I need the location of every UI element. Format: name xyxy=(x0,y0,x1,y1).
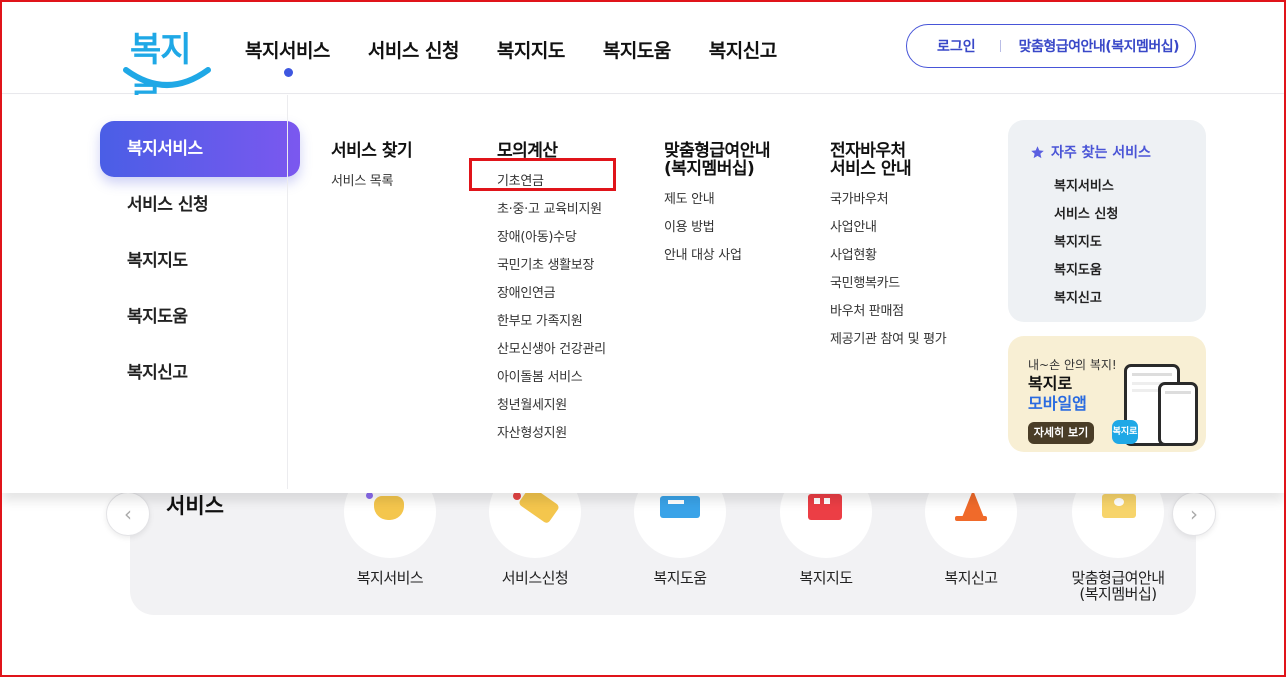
link-national-voucher[interactable]: 국가바우처 xyxy=(830,186,946,214)
link-program-status[interactable]: 사업현황 xyxy=(830,242,946,270)
column-e-voucher: 전자바우처 서비스 안내 국가바우처 사업안내 사업현황 국민행복카드 바우처 … xyxy=(830,95,947,354)
link-service-list[interactable]: 서비스 목록 xyxy=(331,168,412,196)
gnb-welfare-help[interactable]: 복지도움 xyxy=(603,36,671,63)
quick-service-label: 복지지도 xyxy=(799,569,853,587)
app-logo-icon: 복지로 xyxy=(1112,420,1138,444)
column-mock-calc: 모의계산 기초연금 초·중·고 교육비지원 장애(아동)수당 국민기초 생활보장… xyxy=(497,95,606,448)
link-maternity-care[interactable]: 산모신생아 건강관리 xyxy=(497,336,606,364)
column-title-line2: (복지멤버십) xyxy=(664,159,755,179)
link-happiness-card[interactable]: 국민행복카드 xyxy=(830,270,946,298)
favorite-services-box: 자주 찾는 서비스 복지서비스 서비스 신청 복지지도 복지도움 복지신고 xyxy=(1008,120,1206,322)
favorite-link-service-apply[interactable]: 서비스 신청 xyxy=(1054,203,1118,222)
column-title-line1: 맞춤형급여안내 xyxy=(664,141,770,161)
link-basic-livelihood[interactable]: 국민기초 생활보장 xyxy=(497,252,606,280)
global-nav: 복지서비스 서비스 신청 복지지도 복지도움 복지신고 xyxy=(245,36,815,63)
utility-divider xyxy=(999,40,1001,52)
favorite-link-welfare-report[interactable]: 복지신고 xyxy=(1054,287,1102,306)
highlight-annotation xyxy=(469,158,616,191)
favorite-services-title: 자주 찾는 서비스 xyxy=(1030,142,1151,162)
active-nav-indicator xyxy=(284,68,293,77)
favorite-link-welfare-service[interactable]: 복지서비스 xyxy=(1054,175,1114,194)
favorite-link-welfare-map[interactable]: 복지지도 xyxy=(1054,231,1102,250)
quick-service-label: 복지도움 xyxy=(653,569,707,587)
app-banner-title: 복지로 xyxy=(1028,374,1073,393)
link-youth-rent[interactable]: 청년월세지원 xyxy=(497,392,606,420)
sidebar-item-service-apply[interactable]: 서비스 신청 xyxy=(100,177,300,233)
sidebar-item-welfare-service[interactable]: 복지서비스 xyxy=(100,121,300,177)
link-target-programs[interactable]: 안내 대상 사업 xyxy=(664,242,770,270)
site-header: 복지로 복지서비스 서비스 신청 복지지도 복지도움 복지신고 로그인 맞춤형급… xyxy=(2,2,1284,119)
column-service-search: 서비스 찾기 서비스 목록 xyxy=(331,95,413,196)
star-icon xyxy=(1031,145,1044,158)
link-disability-pension[interactable]: 장애인연금 xyxy=(497,280,606,308)
link-childcare-service[interactable]: 아이돌봄 서비스 xyxy=(497,364,606,392)
link-program-info[interactable]: 사업안내 xyxy=(830,214,946,242)
chevron-left-icon: ‹ xyxy=(124,502,132,526)
column-title: 서비스 찾기 xyxy=(331,141,413,161)
link-disability-allowance[interactable]: 장애(아동)수당 xyxy=(497,224,606,252)
quick-service-label: 복지서비스 xyxy=(356,569,424,587)
utility-menu: 로그인 맞춤형급여안내(복지멤버십) xyxy=(906,24,1196,68)
link-asset-building[interactable]: 자산형성지원 xyxy=(497,420,606,448)
quick-service-label: 맞춤형급여안내 (복지멤버십) xyxy=(1071,569,1165,603)
app-details-button[interactable]: 자세히 보기 xyxy=(1028,422,1094,444)
app-banner-title-highlight: 모바일앱 xyxy=(1028,394,1087,413)
column-title-line1: 전자바우처 xyxy=(830,141,906,161)
chevron-right-icon: › xyxy=(1190,502,1198,526)
gnb-welfare-report[interactable]: 복지신고 xyxy=(709,36,777,63)
gnb-service-apply[interactable]: 서비스 신청 xyxy=(368,36,460,63)
sidebar-item-welfare-report[interactable]: 복지신고 xyxy=(100,345,300,401)
mobile-app-banner[interactable]: 내~손 안의 복지! 복지로 모바일앱 자세히 보기 복지로 xyxy=(1008,336,1206,452)
sidebar-item-welfare-help[interactable]: 복지도움 xyxy=(100,289,300,345)
link-voucher-store[interactable]: 바우처 판매점 xyxy=(830,298,946,326)
quick-service-label: 복지신고 xyxy=(944,569,998,587)
gnb-welfare-map[interactable]: 복지지도 xyxy=(497,36,565,63)
custom-benefit-link[interactable]: 맞춤형급여안내(복지멤버십) xyxy=(1019,36,1180,56)
link-single-parent[interactable]: 한부모 가족지원 xyxy=(497,308,606,336)
link-education-support[interactable]: 초·중·고 교육비지원 xyxy=(497,196,606,224)
quick-service-heading: 서비스 xyxy=(166,494,224,518)
column-custom-benefit: 맞춤형급여안내 (복지멤버십) 제도 안내 이용 방법 안내 대상 사업 xyxy=(664,95,770,270)
link-provider-evaluation[interactable]: 제공기관 참여 및 평가 xyxy=(830,326,947,354)
link-usage-method[interactable]: 이용 방법 xyxy=(664,214,770,242)
sidebar-item-welfare-map[interactable]: 복지지도 xyxy=(100,233,300,289)
login-link[interactable]: 로그인 xyxy=(937,36,976,56)
app-banner-subtitle: 내~손 안의 복지! xyxy=(1028,358,1117,372)
mega-menu-divider xyxy=(287,95,288,489)
mega-menu: 복지서비스 서비스 신청 복지지도 복지도움 복지신고 서비스 찾기 서비스 목… xyxy=(2,95,1284,493)
carousel-prev-button[interactable]: ‹ xyxy=(106,492,150,536)
gnb-welfare-service[interactable]: 복지서비스 xyxy=(245,36,330,63)
carousel-next-button[interactable]: › xyxy=(1172,492,1216,536)
logo-smile-icon xyxy=(123,67,211,88)
quick-service-label: 서비스신청 xyxy=(501,569,569,587)
bokjiro-logo[interactable]: 복지로 xyxy=(114,22,214,119)
column-title-line2: 서비스 안내 xyxy=(830,159,912,179)
link-system-guide[interactable]: 제도 안내 xyxy=(664,186,770,214)
favorite-link-welfare-help[interactable]: 복지도움 xyxy=(1054,259,1102,278)
phone-mockup-small-icon xyxy=(1158,382,1198,446)
